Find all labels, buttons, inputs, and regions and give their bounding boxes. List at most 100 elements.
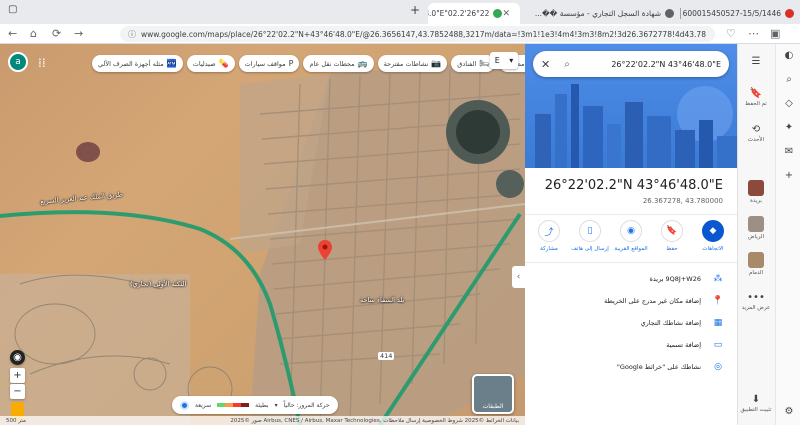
location-pin-icon[interactable]: [318, 240, 332, 260]
new-tab-button[interactable]: +: [410, 3, 420, 17]
plus-code-row[interactable]: ⁂ 9Q8J+W26 بريدة: [525, 269, 737, 289]
saved-button[interactable]: 🔖 تم الحفظ: [741, 88, 771, 107]
zoom-in-button[interactable]: +: [10, 368, 25, 383]
tools-icon[interactable]: ✦: [782, 122, 796, 136]
save-button[interactable]: 🔖 حفظ: [654, 220, 690, 252]
back-icon[interactable]: ←: [8, 27, 17, 40]
attribution-text: صور ©2025 Airbus, CNES / Airbus, Maxar T…: [230, 417, 519, 424]
bookmark-icon: 🔖: [749, 88, 763, 99]
chip-things-to-do[interactable]: 📷 نشاطات مقترحة: [377, 55, 448, 72]
action-buttons: ◆ الاتجاهات 🔖 حفظ ◉ المواقع القريبة ▯ إر…: [531, 220, 731, 252]
menu-button[interactable]: ☰: [741, 56, 771, 67]
tab-title: شهادة السجل التجاري - مؤسسة ��...: [534, 9, 661, 18]
zoom-out-button[interactable]: −: [10, 384, 25, 399]
chip-hotels[interactable]: 🛏 الفنادق: [451, 55, 496, 72]
shopping-icon[interactable]: ◇: [782, 98, 796, 112]
maps-favicon-icon: [493, 9, 503, 18]
my-location-icon[interactable]: ◉: [10, 350, 25, 365]
address-bar[interactable]: ⓘ www.google.com/maps/place/26°22'02.2"N…: [120, 26, 715, 42]
copilot-icon[interactable]: ◐: [782, 50, 796, 64]
tab-strip: ▢ شهادة السجل التجاري - مؤسسة ��... ✕ 26…: [0, 0, 800, 24]
download-icon: ⬇: [751, 394, 761, 405]
chevron-down-icon: ▾: [509, 56, 514, 65]
legend-dot-icon: [180, 400, 189, 410]
add-label-row[interactable]: ▭ إضافة تسمية: [525, 335, 737, 355]
map-label-place: الثكنة الأولى (تجاري): [130, 280, 187, 288]
recent-place-dammam[interactable]: الدمام: [741, 252, 771, 276]
url-text: www.google.com/maps/place/26°22'02.2"N+4…: [141, 29, 706, 39]
favorites-icon[interactable]: ♡: [726, 27, 736, 40]
tab-maps[interactable]: ✕ 26°22'02.2"N 43°46'48.0"E - ...خرائط: [428, 3, 520, 24]
sidebar-toggle-icon[interactable]: ▣: [770, 27, 780, 40]
forward-icon[interactable]: →: [74, 27, 83, 40]
pharmacy-icon: 💊: [218, 59, 229, 68]
search-icon[interactable]: ⌕: [564, 59, 570, 70]
history-icon: ⟲: [751, 124, 761, 135]
directions-icon: ◆: [702, 220, 724, 242]
maps-side-rail: ☰ 🔖 تم الحفظ ⟲ الأحدث بريدة الرياض الدما…: [737, 44, 800, 425]
apps-grid-icon[interactable]: ⁞⁞: [38, 56, 46, 70]
avatar[interactable]: a: [8, 52, 28, 72]
chip-pharmacies[interactable]: 💊 صيدليات: [186, 55, 235, 72]
outlook-icon[interactable]: ✉: [782, 146, 796, 160]
pdf-favicon-icon: [785, 9, 794, 18]
layers-button[interactable]: الطبقات: [472, 374, 514, 414]
recents-button[interactable]: ⟲ الأحدث: [741, 124, 771, 143]
phone-icon: ▯: [579, 220, 601, 242]
search-box[interactable]: ✕ ⌕ 26°22'02.2"N 43°46'48.0"E: [533, 51, 729, 77]
road-shield: 414: [378, 352, 395, 360]
refresh-icon[interactable]: ⟳: [52, 27, 61, 40]
chip-transit[interactable]: 🚌 محطات نقل عام: [303, 55, 374, 72]
directions-button[interactable]: ◆ الاتجاهات: [695, 220, 731, 252]
place-coordinates: 26.367278, 43.780000: [642, 197, 723, 205]
show-more-button[interactable]: ••• عرض المزيد: [741, 292, 771, 311]
business-icon: ▦: [713, 318, 723, 328]
recent-place-buraydah[interactable]: بريدة: [741, 180, 771, 204]
tab-title: 4600015450527-15/5/1446.pdf - 4...: [682, 9, 781, 18]
chip-atms[interactable]: 🏧 مثله أجهزة الصرف الآلي: [92, 55, 183, 72]
map-label-poi: بلد الشفاء ساحة: [360, 296, 405, 304]
place-thumbnail: [748, 252, 764, 268]
traffic-scale: [217, 403, 250, 407]
tab-favicon-icon: [665, 9, 674, 18]
add-business-row[interactable]: ▦ إضافة نشاطك التجاري: [525, 313, 737, 333]
dropdown-icon: ▾: [274, 401, 278, 409]
chip-parking[interactable]: P مواقف سيارات: [238, 55, 300, 72]
close-icon[interactable]: ✕: [541, 58, 550, 71]
more-icon: •••: [747, 292, 765, 303]
tab-actions-icon[interactable]: ▢: [8, 4, 17, 15]
place-thumbnail: [748, 180, 764, 196]
nearby-icon: ◉: [620, 220, 642, 242]
satellite-map[interactable]: a ⁞⁞ 🍴مطاعم 🛏الفنادق 📷نشاطات مقترحة 🚌محط…: [0, 44, 525, 425]
maps-activity-row[interactable]: ◎ نشاطك على "خرائط Google": [525, 357, 737, 377]
recent-place-riyadh[interactable]: الرياض: [741, 216, 771, 240]
camera-icon: 📷: [431, 59, 442, 68]
search-input[interactable]: 26°22'02.2"N 43°46'48.0"E: [580, 60, 721, 69]
traffic-legend[interactable]: سريعة بطيئة ▾ حركة المرور: حالياً: [172, 396, 338, 414]
tab-pdf[interactable]: 4600015450527-15/5/1446.pdf - 4...: [682, 3, 800, 24]
tab-commercial-register[interactable]: شهادة السجل التجاري - مؤسسة ��...: [520, 3, 680, 24]
collapse-panel-button[interactable]: ‹: [512, 266, 525, 288]
plus-code-icon: ⁂: [713, 274, 723, 284]
install-app-button[interactable]: ⬇ تثبيت التطبيق: [741, 394, 772, 413]
home-icon[interactable]: ⌂: [30, 27, 37, 40]
map-imagery: [0, 59, 525, 425]
parking-icon: P: [288, 59, 294, 68]
search-icon[interactable]: ⌕: [782, 74, 796, 88]
tab-close-icon[interactable]: ✕: [502, 9, 510, 19]
bus-icon: 🚌: [357, 59, 368, 68]
edge-sidebar: ◐ ⌕ ◇ ✦ ✉ + ⚙: [775, 44, 800, 425]
add-icon[interactable]: +: [782, 170, 796, 184]
settings-icon[interactable]: ⚙: [782, 406, 796, 420]
send-to-phone-button[interactable]: ▯ إرسال إلى هاتف: [571, 220, 609, 252]
lock-icon: ⓘ: [128, 29, 136, 39]
share-button[interactable]: ⤴ مشاركة: [531, 220, 567, 252]
chip-overflow[interactable]: E ▾: [490, 52, 518, 69]
add-missing-place-row[interactable]: 📍 إضافة مكان غير مدرج على الخريطة: [525, 291, 737, 311]
panel-hero-illustration: ✕ ⌕ 26°22'02.2"N 43°46'48.0"E: [525, 44, 737, 168]
extensions-icon[interactable]: ⋯: [748, 27, 759, 40]
hotel-icon: 🛏: [479, 59, 490, 68]
activity-icon: ◎: [714, 362, 722, 372]
bookmark-icon: 🔖: [661, 220, 683, 242]
nearby-button[interactable]: ◉ المواقع القريبة: [613, 220, 649, 252]
